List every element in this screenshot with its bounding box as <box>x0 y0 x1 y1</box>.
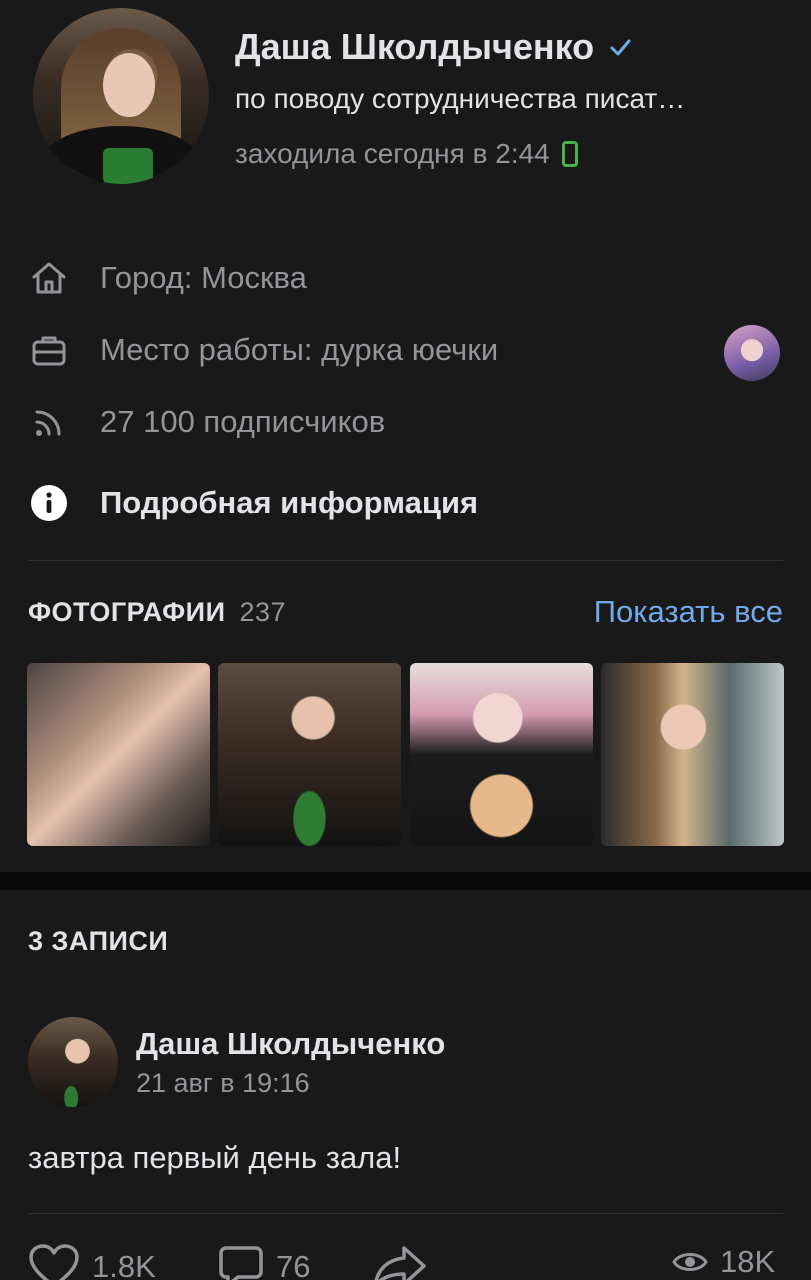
info-details[interactable]: Подробная информация <box>28 483 478 523</box>
post-author-avatar[interactable] <box>28 1017 118 1107</box>
info-icon <box>28 483 70 523</box>
post-author-name[interactable]: Даша Школдыченко <box>136 1026 445 1062</box>
photos-title: ФОТОГРАФИИ <box>28 597 226 627</box>
show-all-photos-link[interactable]: Показать все <box>594 594 783 630</box>
comment-button[interactable]: 76 <box>218 1244 310 1280</box>
eye-icon <box>672 1253 708 1271</box>
rss-icon <box>28 402 70 442</box>
heart-icon <box>29 1244 79 1280</box>
post-date[interactable]: 21 авг в 19:16 <box>136 1068 310 1099</box>
photo-thumbnail[interactable] <box>601 663 784 846</box>
like-count: 1.8K <box>92 1249 156 1280</box>
profile-avatar[interactable] <box>33 8 209 184</box>
profile-status[interactable]: по поводу сотрудничества писат… <box>235 83 685 115</box>
info-work[interactable]: Место работы: дурка юечки <box>28 330 498 370</box>
views-counter: 18K <box>672 1244 775 1280</box>
photo-thumbnail[interactable] <box>27 663 210 846</box>
divider <box>28 560 783 561</box>
info-city: Город: Москва <box>28 258 307 298</box>
last-seen-text: заходила сегодня в 2:44 <box>235 138 550 169</box>
home-icon <box>28 258 70 298</box>
work-group-avatar[interactable] <box>724 325 780 381</box>
posts-title: 3 ЗАПИСИ <box>28 926 169 956</box>
info-followers-label: 27 100 подписчиков <box>100 404 386 439</box>
briefcase-icon <box>28 330 70 370</box>
info-details-label: Подробная информация <box>100 485 479 520</box>
share-button[interactable] <box>372 1244 428 1280</box>
section-separator <box>0 872 811 890</box>
divider <box>28 1213 783 1214</box>
info-followers[interactable]: 27 100 подписчиков <box>28 402 385 442</box>
like-button[interactable]: 1.8K <box>28 1244 156 1280</box>
comment-count: 76 <box>276 1249 311 1280</box>
photo-thumbnail[interactable] <box>218 663 401 846</box>
photos-header[interactable]: ФОТОГРАФИИ 237 <box>28 597 286 628</box>
info-work-label: Место работы: дурка юечки <box>100 332 499 367</box>
comment-icon <box>219 1246 263 1280</box>
share-icon <box>374 1246 426 1280</box>
verified-check-icon <box>610 39 631 56</box>
photos-count: 237 <box>239 597 287 627</box>
photo-thumbnail[interactable] <box>410 663 593 846</box>
mobile-online-icon <box>561 141 578 167</box>
profile-name: Даша Школдыченко <box>235 26 632 68</box>
post-text: завтра первый день зала! <box>28 1140 402 1175</box>
info-city-label: Город: Москва <box>100 260 307 295</box>
views-count: 18K <box>720 1244 776 1279</box>
profile-name-text: Даша Школдыченко <box>235 26 595 67</box>
last-seen: заходила сегодня в 2:44 <box>235 138 578 170</box>
